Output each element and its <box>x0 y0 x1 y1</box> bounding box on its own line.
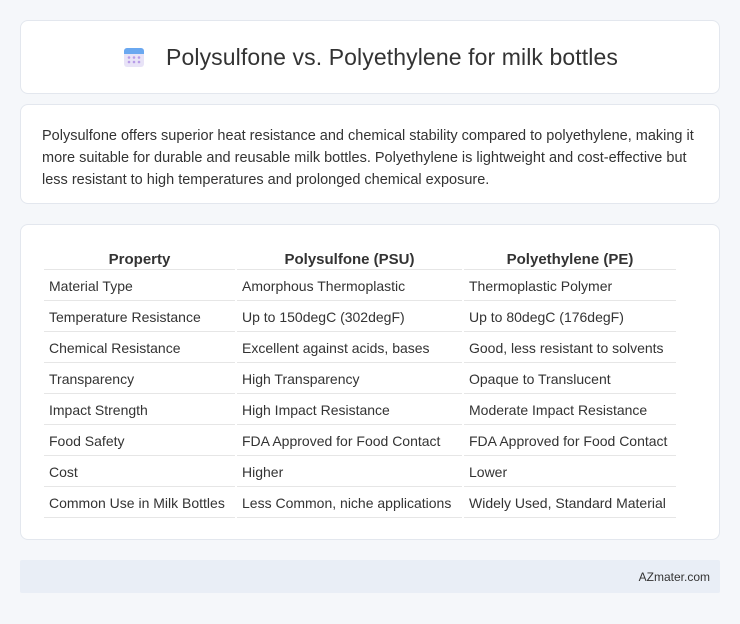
table-cell: Opaque to Translucent <box>464 365 676 394</box>
table-cell: Up to 80degC (176degF) <box>464 303 676 332</box>
table-cell: Impact Strength <box>44 396 235 425</box>
table-cell: Less Common, niche applications <box>237 489 462 518</box>
table-cell: Common Use in Milk Bottles <box>44 489 235 518</box>
title-card: Polysulfone vs. Polyethylene for milk bo… <box>20 20 720 94</box>
table-cell: High Impact Resistance <box>237 396 462 425</box>
table-row: Cost Higher Lower <box>44 458 676 487</box>
table-row: Temperature Resistance Up to 150degC (30… <box>44 303 676 332</box>
table-cell: Transparency <box>44 365 235 394</box>
table-cell: Chemical Resistance <box>44 334 235 363</box>
table-cell: Amorphous Thermoplastic <box>237 272 462 301</box>
table-cell: Excellent against acids, bases <box>237 334 462 363</box>
table-header-row: Property Polysulfone (PSU) Polyethylene … <box>44 249 676 270</box>
table-cell: Higher <box>237 458 462 487</box>
column-header-pe: Polyethylene (PE) <box>464 249 676 270</box>
table-cell: Widely Used, Standard Material <box>464 489 676 518</box>
intro-card: Polysulfone offers superior heat resista… <box>20 104 720 204</box>
table-cell: High Transparency <box>237 365 462 394</box>
table-cell: Material Type <box>44 272 235 301</box>
table-cell: Lower <box>464 458 676 487</box>
intro-text: Polysulfone offers superior heat resista… <box>42 128 694 188</box>
page-title: Polysulfone vs. Polyethylene for milk bo… <box>166 43 618 70</box>
column-header-psu: Polysulfone (PSU) <box>237 249 462 270</box>
column-header-property: Property <box>44 249 235 270</box>
footer-brand: AZmater.com <box>638 569 710 584</box>
table-cell: Good, less resistant to solvents <box>464 334 676 363</box>
comparison-table-card: Property Polysulfone (PSU) Polyethylene … <box>20 224 720 540</box>
table-cell: Up to 150degC (302degF) <box>237 303 462 332</box>
footer: AZmater.com <box>20 560 720 593</box>
table-row: Transparency High Transparency Opaque to… <box>44 365 676 394</box>
calendar-icon <box>122 45 146 69</box>
table-cell: Temperature Resistance <box>44 303 235 332</box>
table-cell: FDA Approved for Food Contact <box>237 427 462 456</box>
table-cell: FDA Approved for Food Contact <box>464 427 676 456</box>
table-row: Common Use in Milk Bottles Less Common, … <box>44 489 676 518</box>
table-cell: Food Safety <box>44 427 235 456</box>
table-cell: Cost <box>44 458 235 487</box>
table-cell: Moderate Impact Resistance <box>464 396 676 425</box>
comparison-table: Property Polysulfone (PSU) Polyethylene … <box>42 247 678 520</box>
table-row: Food Safety FDA Approved for Food Contac… <box>44 427 676 456</box>
table-row: Material Type Amorphous Thermoplastic Th… <box>44 272 676 301</box>
table-row: Impact Strength High Impact Resistance M… <box>44 396 676 425</box>
table-cell: Thermoplastic Polymer <box>464 272 676 301</box>
table-row: Chemical Resistance Excellent against ac… <box>44 334 676 363</box>
